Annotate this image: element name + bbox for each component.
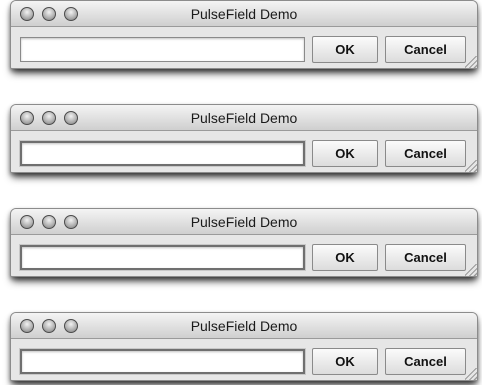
window-content: OK Cancel (11, 27, 477, 68)
ok-button[interactable]: OK (312, 140, 378, 167)
window-content: OK Cancel (11, 235, 477, 276)
pulse-text-field[interactable] (20, 349, 305, 374)
pulsefield-window: PulseField Demo OK Cancel (10, 0, 478, 69)
resize-grip-icon[interactable] (465, 264, 477, 276)
window-content: OK Cancel (11, 131, 477, 172)
ok-button[interactable]: OK (312, 244, 378, 271)
cancel-button[interactable]: Cancel (385, 140, 466, 167)
resize-grip-icon[interactable] (465, 160, 477, 172)
window-title: PulseField Demo (190, 214, 298, 230)
title-bar[interactable]: PulseField Demo (11, 105, 477, 131)
cancel-button[interactable]: Cancel (385, 36, 466, 63)
cancel-button[interactable]: Cancel (385, 348, 466, 375)
window-content: OK Cancel (11, 339, 477, 380)
title-bar[interactable]: PulseField Demo (11, 1, 477, 27)
demo-stage: PulseField Demo OK Cancel PulseField Dem… (0, 0, 482, 385)
pulsefield-window: PulseField Demo OK Cancel (10, 104, 478, 173)
pulse-text-field[interactable] (20, 245, 305, 270)
pulsefield-window: PulseField Demo OK Cancel (10, 208, 478, 277)
pulsefield-window: PulseField Demo OK Cancel (10, 312, 478, 381)
ok-button[interactable]: OK (312, 348, 378, 375)
window-title: PulseField Demo (190, 110, 298, 126)
window-title: PulseField Demo (190, 318, 298, 334)
pulse-text-field[interactable] (20, 141, 305, 166)
pulse-text-field[interactable] (20, 37, 305, 62)
ok-button[interactable]: OK (312, 36, 378, 63)
title-bar[interactable]: PulseField Demo (11, 209, 477, 235)
window-title: PulseField Demo (190, 6, 298, 22)
resize-grip-icon[interactable] (465, 56, 477, 68)
title-bar[interactable]: PulseField Demo (11, 313, 477, 339)
cancel-button[interactable]: Cancel (385, 244, 466, 271)
resize-grip-icon[interactable] (465, 368, 477, 380)
